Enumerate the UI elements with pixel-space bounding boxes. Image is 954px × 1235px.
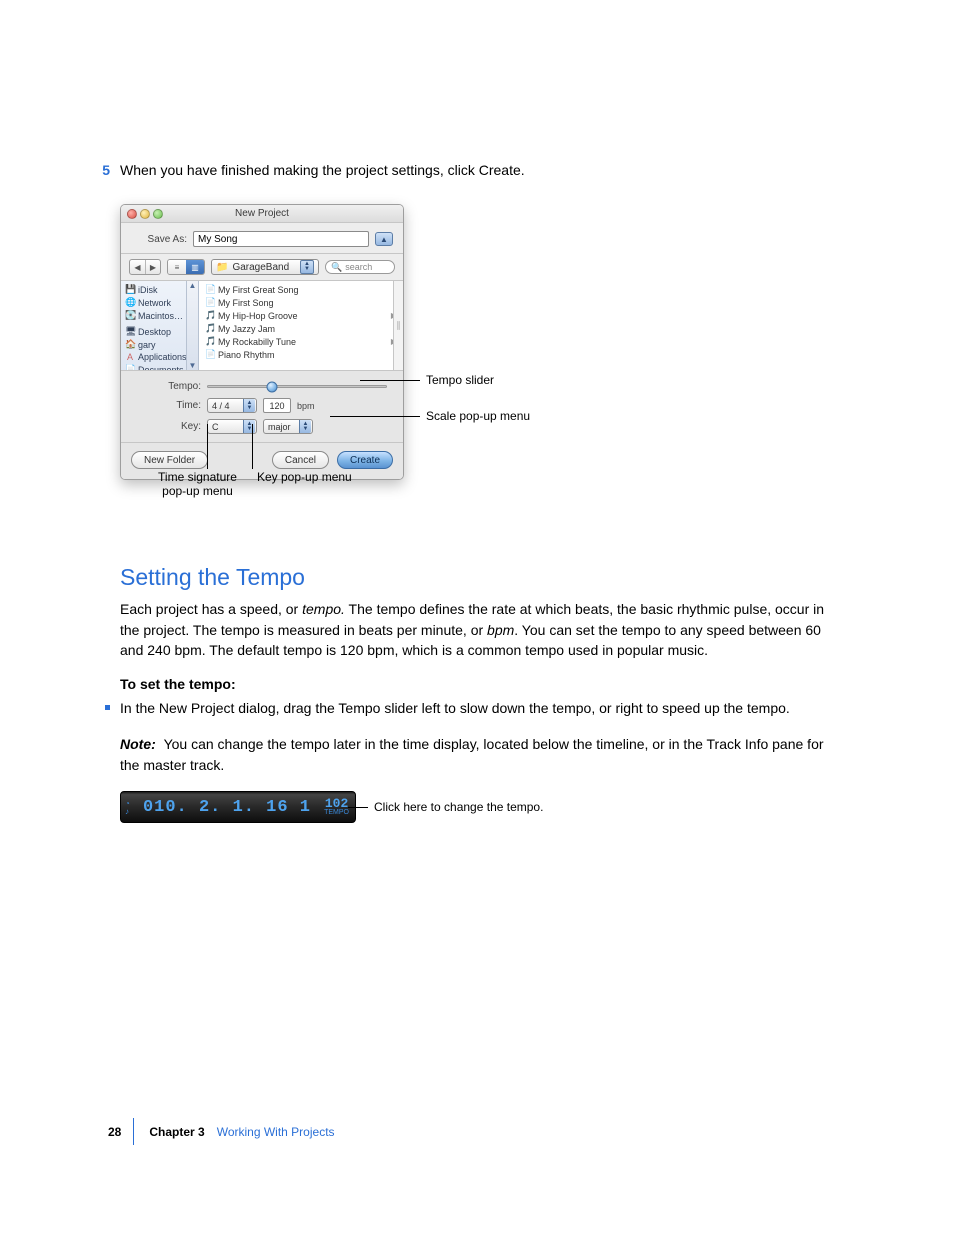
back-button[interactable]: ◀ <box>130 260 145 274</box>
tempo-readout-label: TEMPO <box>324 809 349 816</box>
stepper-icon: ▲▼ <box>299 420 311 433</box>
section-heading: Setting the Tempo <box>120 564 834 591</box>
step-line: 5 When you have finished making the proj… <box>120 160 834 180</box>
dialog-title: New Project <box>121 208 403 219</box>
callout-key-popup: Key pop-up menu <box>257 470 352 484</box>
key-row: Key: C ▲▼ major ▲▼ <box>131 419 393 434</box>
display-mode-icons[interactable]: ◔ ♪ <box>125 800 130 815</box>
step-number: 5 <box>94 162 120 178</box>
page-number: 28 <box>108 1125 121 1139</box>
section-paragraph: Each project has a speed, or tempo. The … <box>120 599 834 660</box>
file-item[interactable]: 🎵My Hip-Hop Groove▶ <box>199 309 403 322</box>
new-folder-button[interactable]: New Folder <box>131 451 208 469</box>
browser-toolbar: ◀ ▶ ≡ ▥ 📁 GarageBand ▲▼ 🔍 search <box>121 254 403 281</box>
sidebar-scrollbar[interactable]: ▲▼ <box>186 281 198 370</box>
footer-chapter: Chapter 3Working With Projects <box>149 1125 334 1139</box>
file-item[interactable]: 🎵My Rockabilly Tune▶ <box>199 335 403 348</box>
time-row: Time: 4 / 4 ▲▼ 120 bpm <box>131 398 393 413</box>
save-as-row: Save As: ▲ <box>121 223 403 254</box>
time-display-digits: 010. 2. 1. 16 1 <box>133 798 321 817</box>
callout-lead <box>360 380 420 381</box>
file-item[interactable]: 📄Piano Rhythm <box>199 348 403 361</box>
expand-button[interactable]: ▲ <box>375 232 393 246</box>
time-display[interactable]: ◔ ♪ 010. 2. 1. 16 1 102 TEMPO <box>120 791 356 823</box>
search-icon: 🔍 <box>331 262 342 273</box>
file-item[interactable]: 🎵My Jazzy Jam <box>199 322 403 335</box>
callout-timesig: Time signature pop-up menu <box>135 470 260 498</box>
page-footer: 28 Chapter 3Working With Projects <box>0 1118 954 1145</box>
file-column: 📄My First Great Song 📄My First Song 🎵My … <box>199 281 403 370</box>
bpm-value: 120 <box>263 398 291 413</box>
path-label: GarageBand <box>232 262 296 273</box>
sidebar: 💾iDisk 🌐Network 💽Macintos… 🖥Desktop 🏠gar… <box>121 281 199 370</box>
clock-icon: ◔ <box>125 800 130 807</box>
callout-lead <box>252 424 253 469</box>
bullet-text: In the New Project dialog, drag the Temp… <box>120 698 790 718</box>
cancel-button[interactable]: Cancel <box>272 451 329 469</box>
stepper-icon: ▲▼ <box>243 399 255 412</box>
column-view-button[interactable]: ▥ <box>186 260 204 274</box>
tempo-row: Tempo: <box>131 381 393 392</box>
folder-icon: 📁 <box>216 262 228 273</box>
procedure-subhead: To set the tempo: <box>120 676 834 692</box>
procedure-bullet: In the New Project dialog, drag the Temp… <box>120 698 834 718</box>
column-resize-handle[interactable]: ∥ <box>393 281 403 370</box>
file-item[interactable]: 📄My First Song <box>199 296 403 309</box>
titlebar: New Project <box>121 205 403 223</box>
save-as-input[interactable] <box>193 231 369 247</box>
search-placeholder: search <box>345 262 372 272</box>
new-project-figure: New Project Save As: ▲ ◀ ▶ ≡ ▥ 📁 Garage <box>120 204 680 514</box>
file-browser: 💾iDisk 🌐Network 💽Macintos… 🖥Desktop 🏠gar… <box>121 281 403 371</box>
key-popup[interactable]: C ▲▼ <box>207 419 257 434</box>
callout-lead <box>207 424 208 469</box>
new-project-dialog: New Project Save As: ▲ ◀ ▶ ≡ ▥ 📁 Garage <box>120 204 404 480</box>
project-settings: Tempo: Time: 4 / 4 ▲▼ 120 bpm Key: <box>121 371 403 443</box>
callout-lead <box>330 416 420 417</box>
forward-button[interactable]: ▶ <box>145 260 160 274</box>
save-as-label: Save As: <box>131 234 187 245</box>
note-icon: ♪ <box>125 808 130 815</box>
time-label: Time: <box>131 400 201 411</box>
tempo-readout[interactable]: 102 TEMPO <box>324 798 351 816</box>
tempo-slider[interactable] <box>207 385 387 388</box>
stepper-icon: ▲▼ <box>300 260 314 274</box>
bpm-unit: bpm <box>297 401 315 411</box>
search-input[interactable]: 🔍 search <box>325 260 395 274</box>
footer-rule <box>133 1118 134 1145</box>
time-signature-popup[interactable]: 4 / 4 ▲▼ <box>207 398 257 413</box>
list-view-button[interactable]: ≡ <box>168 260 186 274</box>
callout-tempo-slider: Tempo slider <box>426 373 494 387</box>
tempo-label: Tempo: <box>131 381 201 392</box>
view-buttons: ≡ ▥ <box>167 259 205 275</box>
file-item[interactable]: 📄My First Great Song <box>199 283 403 296</box>
tempo-value: 102 <box>325 798 348 809</box>
create-button[interactable]: Create <box>337 451 393 469</box>
callout-tempo-click: Click here to change the tempo. <box>374 800 543 814</box>
callout-scale-popup: Scale pop-up menu <box>426 409 530 423</box>
stepper-icon: ▲▼ <box>243 420 255 433</box>
tempo-slider-thumb[interactable] <box>267 381 278 392</box>
key-label: Key: <box>131 421 201 432</box>
nav-buttons: ◀ ▶ <box>129 259 161 275</box>
bullet-icon <box>105 705 110 710</box>
scale-popup[interactable]: major ▲▼ <box>263 419 313 434</box>
path-popup[interactable]: 📁 GarageBand ▲▼ <box>211 259 319 275</box>
time-display-figure: ◔ ♪ 010. 2. 1. 16 1 102 TEMPO Click here… <box>120 791 600 823</box>
step-text: When you have finished making the projec… <box>120 160 834 180</box>
note-paragraph: Note: You can change the tempo later in … <box>120 734 834 775</box>
callout-lead <box>348 807 368 808</box>
